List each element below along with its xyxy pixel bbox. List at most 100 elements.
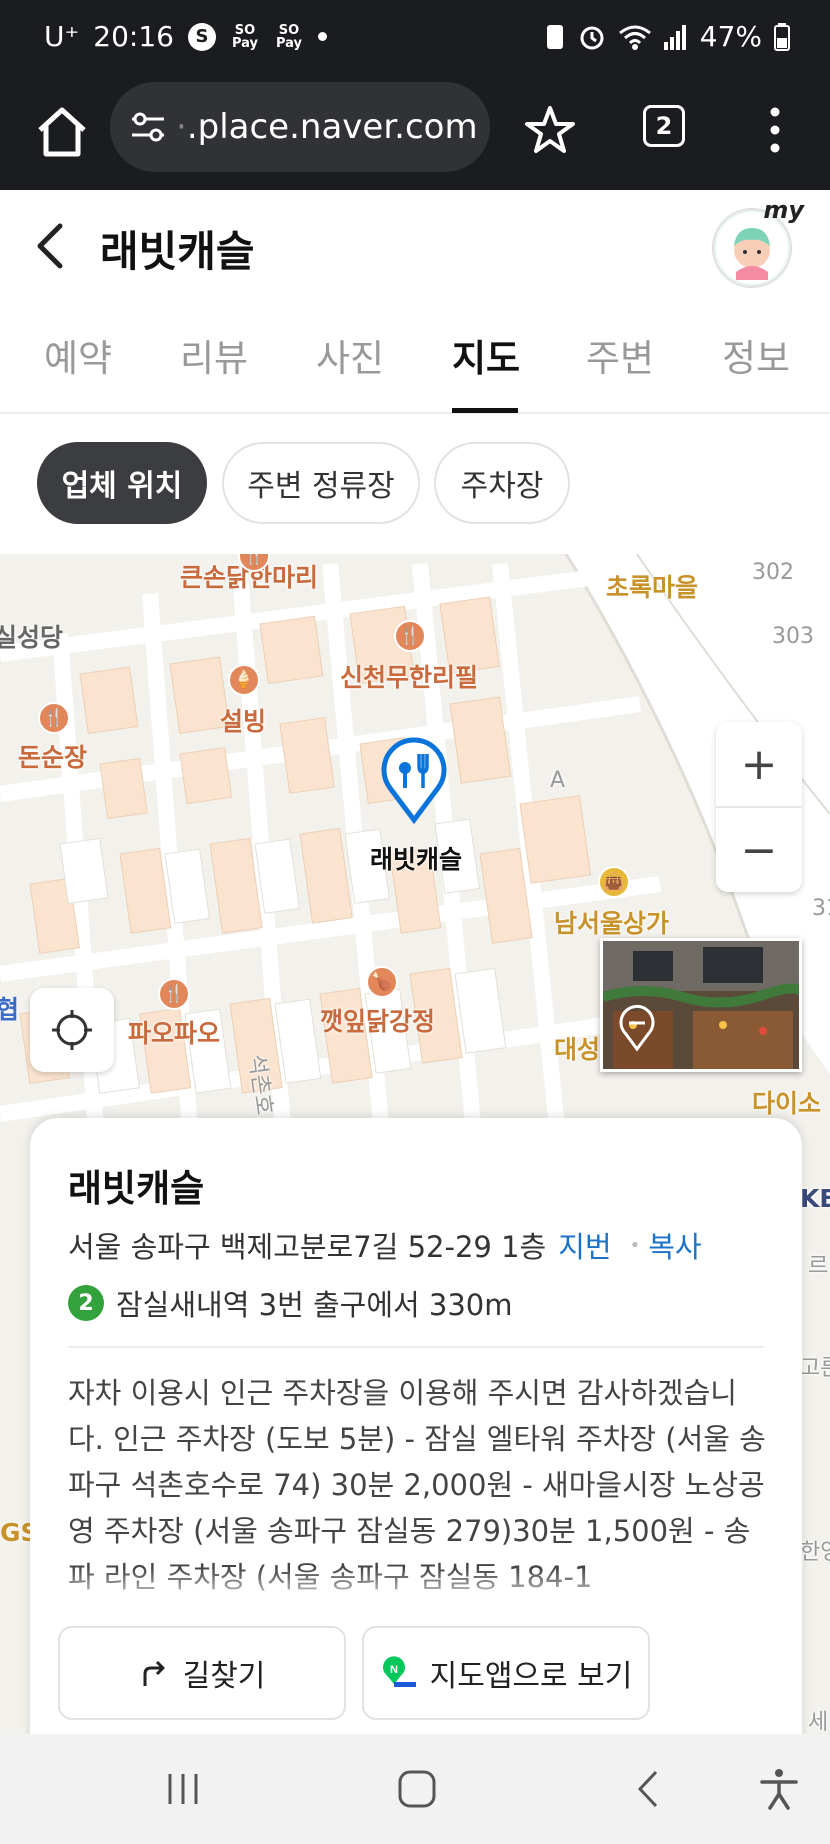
tab-switcher-button[interactable]: 2: [643, 105, 685, 147]
restaurant-pin-icon: 🍴: [158, 978, 190, 1010]
subway-line-badge: 2: [68, 1285, 104, 1321]
shopping-bag-icon: 👜: [598, 866, 630, 898]
divider: [68, 1346, 764, 1348]
building-number: 302: [752, 560, 794, 585]
poi-label: 고른: [800, 1356, 830, 1381]
tab-photo[interactable]: 사진: [316, 328, 384, 382]
zoom-out-button[interactable]: −: [716, 808, 802, 893]
shopping-pin-icon: 👜: [598, 866, 630, 898]
tab-reservation[interactable]: 예약: [44, 328, 112, 382]
my-location-button[interactable]: [30, 988, 114, 1072]
back-arrow-icon[interactable]: [30, 220, 74, 272]
building-label-a: A: [550, 768, 565, 793]
chip-parking[interactable]: 주차장: [434, 442, 570, 524]
poi-label: 신천무한리필: [340, 663, 479, 692]
main-marker-label: 래빗캐슬: [370, 840, 462, 876]
main-marker-pin-icon[interactable]: [378, 732, 450, 824]
poi-namseoul[interactable]: 남서울상가: [554, 904, 669, 940]
directions-label: 길찾기: [182, 1659, 266, 1694]
url-faded: ·: [176, 107, 187, 147]
my-avatar[interactable]: my: [712, 196, 804, 288]
status-bar: U⁺ 20:16 S SO Pay SO Pay 47%: [0, 0, 830, 78]
poi-label: 대성: [554, 1035, 601, 1064]
poi-seolbing[interactable]: 설빙: [220, 702, 266, 738]
poi-label: 협: [0, 995, 20, 1024]
street-view-pin-icon: [619, 1004, 655, 1052]
page-header: 래빗캐슬 my: [0, 190, 830, 300]
home-icon[interactable]: [30, 100, 94, 164]
poi-daeseong[interactable]: 대성: [554, 1030, 600, 1066]
address-text: 서울 송파구 백제고분로7길 52-29 1층: [68, 1230, 547, 1264]
fork-knife-icon: 🍴: [158, 978, 190, 1010]
tab-map[interactable]: 지도: [452, 328, 520, 382]
system-nav-bar: [0, 1734, 830, 1844]
browser-toolbar: ·.place.naver.com 2: [0, 78, 830, 190]
chip-nearby-stops[interactable]: 주변 정류장: [222, 442, 420, 524]
tab-review[interactable]: 리뷰: [180, 328, 248, 382]
clock: 20:16: [93, 20, 174, 53]
alarm-icon: [580, 26, 604, 49]
fork-knife-icon: 🍴: [394, 620, 426, 652]
url-domain: .place.naver.com: [186, 107, 478, 147]
battery-percent: 47%: [699, 20, 762, 53]
bookmark-star-icon[interactable]: [520, 100, 580, 160]
site-settings-icon[interactable]: [128, 107, 168, 147]
poi-daiso[interactable]: 다이소: [752, 1084, 821, 1120]
restaurant-pin-icon: 🍴: [394, 620, 426, 652]
pay-icon: SO Pay: [231, 22, 258, 51]
poi-kb[interactable]: KB: [800, 1184, 830, 1213]
poi-label: KB: [800, 1184, 830, 1213]
poi-label: 한영: [800, 1540, 830, 1565]
notification-dot-icon: [317, 32, 327, 41]
chicken-icon: 🍗: [366, 966, 398, 998]
poi-label: 래빗캐슬: [370, 845, 463, 874]
restaurant-pin-icon: 🍴: [238, 554, 270, 572]
tab-nearby[interactable]: 주변: [586, 328, 654, 382]
street-view-thumbnail[interactable]: [600, 938, 802, 1072]
poi-right-edge: 르네: [808, 1248, 830, 1280]
poi-label: 설빙: [220, 707, 267, 736]
ice-cream-icon: 🍦: [228, 664, 260, 696]
directions-button[interactable]: 길찾기: [58, 1626, 346, 1720]
wifi-icon: [618, 25, 651, 50]
poi-right-edge: 고른: [800, 1350, 830, 1382]
poi-donsunjang[interactable]: 돈순장: [18, 738, 87, 774]
poi-chorok[interactable]: 초록마을: [606, 568, 698, 604]
home-nav-icon[interactable]: [394, 1766, 440, 1812]
subway-distance: 잠실새내역 3번 출구에서 330m: [116, 1288, 513, 1322]
copy-address-link[interactable]: 복사: [648, 1224, 701, 1266]
crosshair-icon: [52, 1010, 92, 1050]
poi-label: A: [550, 768, 566, 793]
poi-right-edge: 세: [808, 1704, 828, 1734]
more-menu-icon[interactable]: [760, 100, 790, 160]
poi-label: 303: [772, 624, 814, 649]
poi-kkaetip[interactable]: 깻잎닭강정: [320, 1002, 435, 1038]
poi-hyeop[interactable]: 협: [0, 990, 19, 1026]
back-nav-icon[interactable]: [626, 1766, 672, 1812]
active-tab-indicator: [452, 408, 518, 413]
zoom-in-button[interactable]: +: [716, 722, 802, 807]
address-bar[interactable]: ·.place.naver.com: [110, 82, 490, 172]
poi-label: 세: [808, 1710, 829, 1734]
open-map-app-button[interactable]: N 지도앱으로 보기: [362, 1626, 650, 1720]
building-number: 31: [812, 896, 830, 921]
building-number: 303: [772, 624, 814, 649]
poi-sinchon[interactable]: 신천무한리필: [340, 658, 478, 694]
svg-text:N: N: [390, 1664, 398, 1676]
battery-icon: [774, 22, 790, 51]
accessibility-icon[interactable]: [756, 1766, 802, 1812]
poi-seongdang[interactable]: 실성당: [0, 618, 63, 654]
card-actions: 길찾기 N 지도앱으로 보기: [30, 1568, 802, 1748]
poi-label: 실성당: [0, 623, 64, 652]
pay-icon: SO Pay: [275, 22, 302, 51]
poi-label: 돈순장: [18, 743, 88, 772]
recent-apps-icon[interactable]: [160, 1766, 206, 1812]
chip-business-location[interactable]: 업체 위치: [37, 442, 207, 524]
separator-dot-icon: •: [629, 1234, 641, 1256]
poi-label: 31: [812, 896, 830, 921]
poi-pao[interactable]: 파오파오: [128, 1014, 220, 1050]
dessert-pin-icon: 🍦: [228, 664, 260, 696]
poi-right-edge: 한영: [800, 1534, 830, 1566]
jibun-link[interactable]: 지번: [558, 1224, 611, 1266]
tab-info[interactable]: 정보: [722, 328, 790, 382]
